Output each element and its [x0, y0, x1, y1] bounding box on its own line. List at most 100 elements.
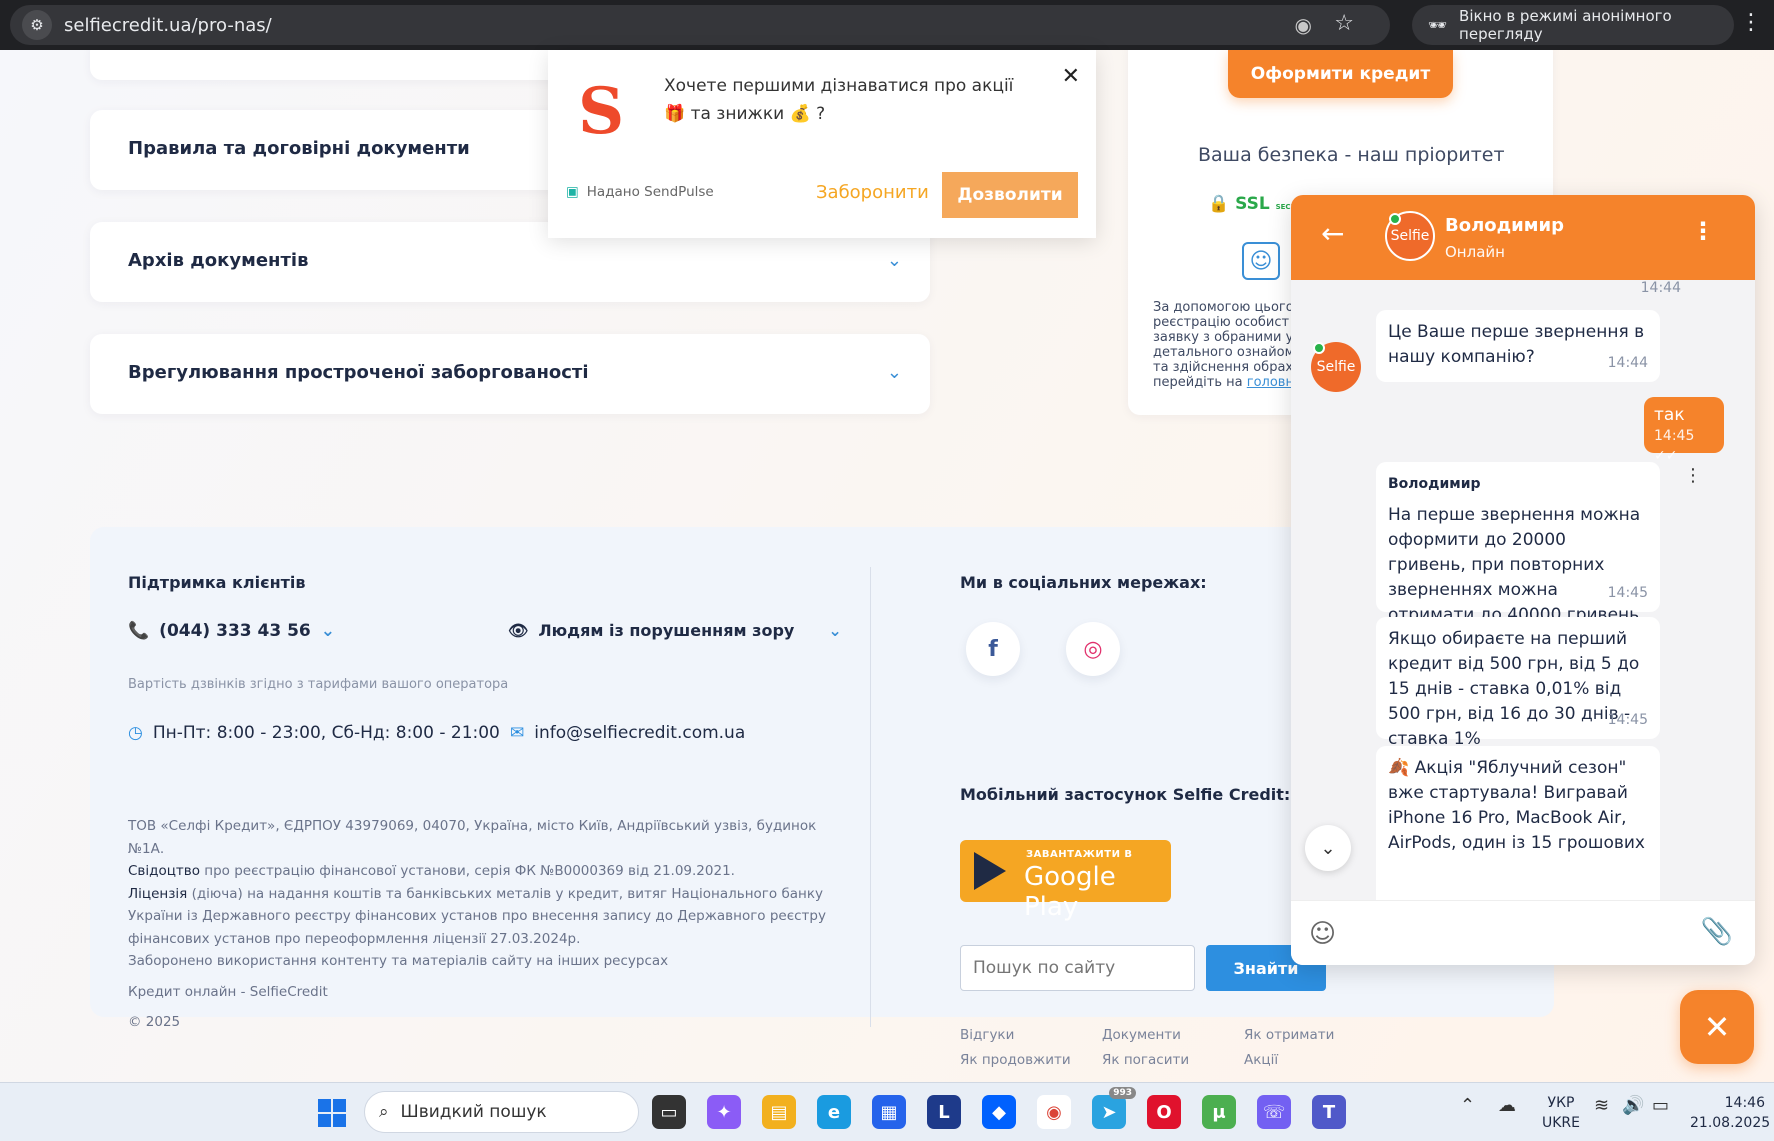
site-search-input[interactable]: [960, 945, 1195, 991]
main-page-link[interactable]: головн: [1247, 375, 1293, 390]
legal-info: ТОВ «Селфі Кредит», ЄДРПОУ 43979069, 040…: [128, 815, 848, 1034]
message-time: 14:45: [1607, 585, 1648, 601]
attach-icon[interactable]: 📎: [1701, 917, 1733, 947]
url-text[interactable]: selfiecredit.ua/pro-nas/: [64, 15, 272, 36]
accordion-item-overdue[interactable]: Врегулювання простроченої заборгованості…: [90, 334, 930, 414]
legal-line: ТОВ «Селфі Кредит», ЄДРПОУ 43979069, 040…: [128, 818, 817, 857]
ssl-label: SSL: [1235, 194, 1270, 214]
call-cost-note: Вартість дзвінків згідно з тарифами вашо…: [128, 677, 509, 692]
opera-icon[interactable]: O: [1147, 1095, 1181, 1129]
viber-icon[interactable]: ☏: [1257, 1095, 1291, 1129]
file-explorer-icon[interactable]: ▤: [762, 1095, 796, 1129]
onedrive-icon[interactable]: ☁: [1498, 1095, 1516, 1116]
phone-number[interactable]: (044) 333 43 56: [159, 621, 311, 641]
allow-button[interactable]: Дозволити: [942, 172, 1078, 218]
brand-line: Кредит онлайн - SelfieCredit: [128, 983, 328, 1000]
task-view-icon[interactable]: ▭: [652, 1095, 686, 1129]
footer-link-reviews[interactable]: Відгуки: [960, 1027, 1014, 1043]
footer-link-documents[interactable]: Документи: [1102, 1027, 1181, 1043]
avatar: Selfie: [1311, 342, 1361, 392]
message-text: так: [1654, 405, 1685, 425]
vision-impaired-dropdown[interactable]: 👁 Людям із порушенням зору ⌄: [508, 621, 842, 640]
footer-divider: [870, 567, 871, 1027]
message-menu-icon[interactable]: ⋮: [1684, 465, 1702, 486]
telegram-icon[interactable]: ➤ 993: [1092, 1087, 1136, 1129]
chevron-down-icon: ⌄: [320, 621, 336, 641]
accordion-title: Врегулювання простроченої заборгованості: [128, 362, 589, 383]
utorrent-icon[interactable]: μ: [1202, 1095, 1236, 1129]
clock-date: 21.08.2025: [1690, 1115, 1771, 1131]
tray-expand-icon[interactable]: ⌃: [1460, 1095, 1475, 1116]
chat-widget: ← Selfie Володимир Онлайн ⋮ 14:44 Selfie…: [1291, 195, 1755, 965]
l-app-icon[interactable]: L: [927, 1095, 961, 1129]
copyright: © 2025: [128, 1014, 181, 1030]
chat-messages[interactable]: 14:44 Selfie Це Ваше перше звернення в н…: [1291, 280, 1755, 900]
close-icon[interactable]: ✕: [1062, 64, 1080, 89]
online-dot: [1313, 342, 1325, 354]
google-play-button[interactable]: ЗАВАНТАЖИТИ В Google Play: [960, 840, 1171, 922]
footer-link-promotions[interactable]: Акції: [1244, 1052, 1278, 1068]
message-time: 14:45: [1607, 712, 1648, 728]
license-link[interactable]: Ліцензія: [128, 886, 187, 902]
hours-text: Пн-Пт: 8:00 - 23:00, Сб-Нд: 8:00 - 21:00: [152, 723, 500, 743]
chat-input-bar[interactable]: ☺ 📎: [1291, 900, 1755, 965]
avatar-text: Selfie: [1390, 228, 1430, 244]
instagram-icon[interactable]: ◎: [1066, 622, 1120, 676]
facebook-icon[interactable]: f: [966, 622, 1020, 676]
system-clock[interactable]: 14:46 21.08.2025: [1690, 1093, 1771, 1133]
back-arrow-icon[interactable]: ←: [1321, 217, 1344, 250]
taskbar-search[interactable]: ⌕ Швидкий пошук: [364, 1091, 639, 1133]
legal-line: (діюча) на надання коштів та банківських…: [128, 885, 826, 947]
message-bubble: 🍂 Акція "Яблучний сезон" вже стартувала!…: [1376, 746, 1660, 900]
emoji-icon[interactable]: ☺: [1309, 919, 1336, 949]
security-title: Ваша безпека - наш пріоритет: [1198, 144, 1505, 166]
certificate-link[interactable]: Свідоцтво: [128, 863, 200, 879]
battery-icon[interactable]: ▭: [1652, 1095, 1669, 1116]
apply-credit-button[interactable]: Оформити кредит: [1228, 50, 1453, 98]
incognito-indicator[interactable]: 🕶 Вікно в режимі анонімного перегляду: [1412, 5, 1734, 45]
message-time: 14:45: [1654, 428, 1695, 444]
scroll-down-button[interactable]: ⌄: [1305, 825, 1351, 871]
deny-button[interactable]: Заборонити: [816, 182, 929, 203]
search-icon: ⌕: [379, 1102, 389, 1122]
email-text[interactable]: info@selfiecredit.com.ua: [534, 723, 745, 743]
user-message-bubble: так 14:45 ✓✓: [1644, 397, 1724, 464]
teams-icon[interactable]: T: [1312, 1095, 1346, 1129]
taskbar-search-label: Швидкий пошук: [400, 1102, 547, 1122]
eye-off-icon[interactable]: ◉: [1295, 13, 1312, 37]
incognito-icon: 🕶: [1428, 16, 1448, 34]
address-bar[interactable]: ⚙ selfiecredit.ua/pro-nas/ ◉ ☆: [10, 5, 1390, 45]
working-hours: ◷ Пн-Пт: 8:00 - 23:00, Сб-Нд: 8:00 - 21:…: [128, 723, 500, 743]
edge-icon[interactable]: e: [817, 1095, 851, 1129]
provided-by-text: Надано SendPulse: [586, 184, 714, 200]
accordion-title: Архів документів: [128, 250, 309, 271]
security-text: За допомогою цього реєстрацію особист за…: [1153, 300, 1293, 390]
windows-start-icon[interactable]: [318, 1099, 346, 1127]
agent-status: Онлайн: [1445, 243, 1505, 261]
language-indicator[interactable]: УКР UKRE: [1542, 1093, 1580, 1133]
vision-label: Людям із порушенням зору: [538, 621, 795, 640]
store-icon[interactable]: ▦: [872, 1095, 906, 1129]
dropbox-icon[interactable]: ◆: [982, 1095, 1016, 1129]
copilot-icon[interactable]: ✦: [707, 1095, 741, 1129]
message-bubble: Володимир На перше звернення можна оформ…: [1376, 462, 1660, 650]
volume-icon[interactable]: 🔊: [1622, 1095, 1644, 1116]
phone-dropdown[interactable]: 📞 (044) 333 43 56 ⌄: [128, 621, 335, 641]
chat-menu-icon[interactable]: ⋮: [1691, 217, 1715, 245]
email-contact[interactable]: ✉ info@selfiecredit.com.ua: [510, 723, 745, 743]
avatar-text: Selfie: [1316, 359, 1356, 375]
message-time: 14:44: [1607, 355, 1648, 371]
chrome-icon[interactable]: ◉: [1037, 1095, 1071, 1129]
bookmark-star-icon[interactable]: ☆: [1334, 11, 1354, 36]
chevron-down-icon: ⌄: [886, 362, 902, 383]
site-settings-icon[interactable]: ⚙: [22, 10, 52, 40]
message-time: 14:44: [1640, 280, 1681, 296]
footer-link-how-to-extend[interactable]: Як продовжити: [960, 1052, 1071, 1068]
support-title: Підтримка клієнтів: [128, 573, 306, 592]
footer-link-how-to-get[interactable]: Як отримати: [1244, 1027, 1334, 1043]
wifi-icon[interactable]: ≋: [1594, 1095, 1609, 1116]
browser-menu-icon[interactable]: ⋮: [1740, 10, 1762, 35]
footer-link-how-to-repay[interactable]: Як погасити: [1102, 1052, 1189, 1068]
chat-close-fab[interactable]: ✕: [1680, 990, 1754, 1064]
mail-icon: ✉: [510, 723, 525, 743]
